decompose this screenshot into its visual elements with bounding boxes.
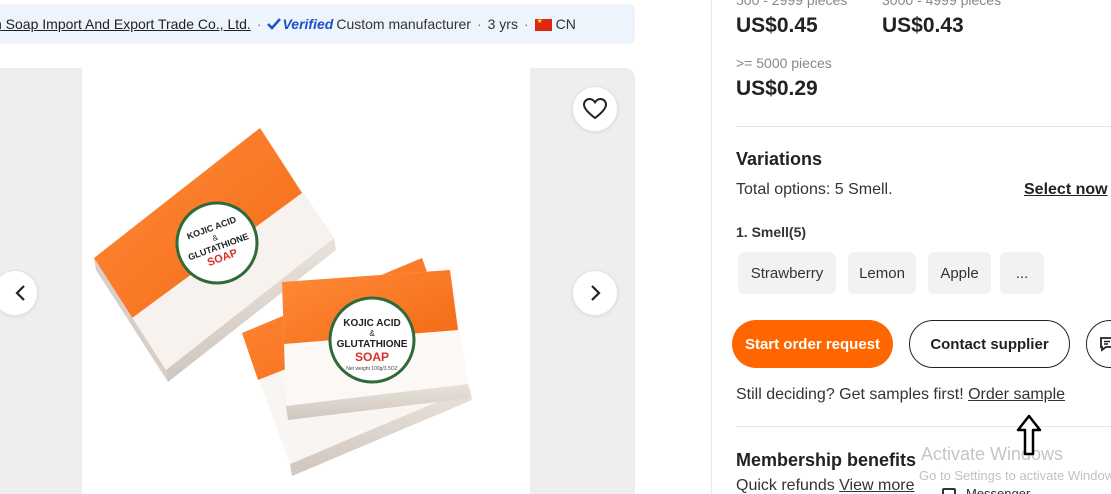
select-now-link[interactable]: Select now [1024,181,1108,199]
up-arrow-cursor-icon [1016,414,1042,456]
soap-label-weight: Net weight 100g/3.5OZ [346,366,397,372]
verified-badge[interactable]: Verified [267,16,333,32]
option-chip-lemon[interactable]: Lemon [848,252,916,294]
option-chip-apple[interactable]: Apple [928,252,991,294]
chevron-left-icon [15,285,25,301]
variations-title: Variations [736,149,823,169]
supplier-type: Custom manufacturer [336,16,471,32]
supplier-info-bar: n Soap Import And Export Trade Co., Ltd.… [0,4,635,44]
chat-icon [1100,337,1111,352]
tier-price-3: US$0.29 [736,77,818,100]
separator: · [476,16,482,32]
china-flag-icon [534,17,552,31]
chat-button[interactable] [1086,320,1111,368]
view-more-link[interactable]: View more [839,477,914,494]
membership-title: Membership benefits [736,450,917,470]
tier-price-1: US$0.45 [736,14,818,37]
chevron-right-icon [591,285,601,301]
tier-range-2: 3000 - 4999 pieces [882,0,1002,8]
option-chip-strawberry[interactable]: Strawberry [738,252,836,294]
messenger-label: Messenger [966,486,1031,494]
favorite-button[interactable] [572,86,618,132]
activate-windows-subtext: Go to Settings to activate Windows. [919,468,1111,483]
divider [736,126,1111,127]
soap-label-amp: & [369,329,375,338]
heart-icon [583,98,607,120]
samples-prompt: Still deciding? Get samples first! [736,386,964,403]
total-options: Total options: 5 Smell. [736,181,893,198]
product-image[interactable]: KOJIC ACID & GLUTATHIONE SOAP KOJIC ACID… [82,68,530,494]
separator: · [256,16,262,32]
separator: · [523,16,529,32]
verified-check-icon [267,18,282,30]
quick-refunds-line: Quick refunds View more [736,477,914,494]
soap-label-back: KOJIC ACID & GLUTATHIONE SOAP [175,201,259,285]
order-sample-link[interactable]: Order sample [968,386,1065,403]
message-icon [942,488,956,494]
soap-label-front: KOJIC ACID & GLUTATHIONE SOAP Net weight… [328,296,416,384]
gallery-next-button[interactable] [572,270,618,316]
start-order-button[interactable]: Start order request [732,320,893,368]
supplier-country: CN [555,16,576,32]
supplier-years: 3 yrs [487,16,518,32]
tier-range-1: 500 - 2999 pieces [736,0,848,8]
smell-group-label: 1. Smell(5) [736,224,807,240]
divider [736,426,1111,427]
supplier-name-link[interactable]: n Soap Import And Export Trade Co., Ltd. [0,16,251,32]
messenger-button[interactable]: Messenger [942,486,1030,494]
soap-label-line2: GLUTATHIONE [337,339,408,350]
samples-line: Still deciding? Get samples first! Order… [736,386,1065,404]
panel-divider [711,0,712,494]
option-chip-more[interactable]: ... [1000,252,1044,294]
quick-refunds-label: Quick refunds [736,477,835,494]
contact-supplier-button[interactable]: Contact supplier [909,320,1070,368]
soap-label-line1: KOJIC ACID [343,318,400,329]
soap-label-line3: SOAP [355,350,389,364]
tier-price-2: US$0.43 [882,14,964,37]
tier-range-3: >= 5000 pieces [736,55,832,71]
verified-label: Verified [282,16,334,32]
